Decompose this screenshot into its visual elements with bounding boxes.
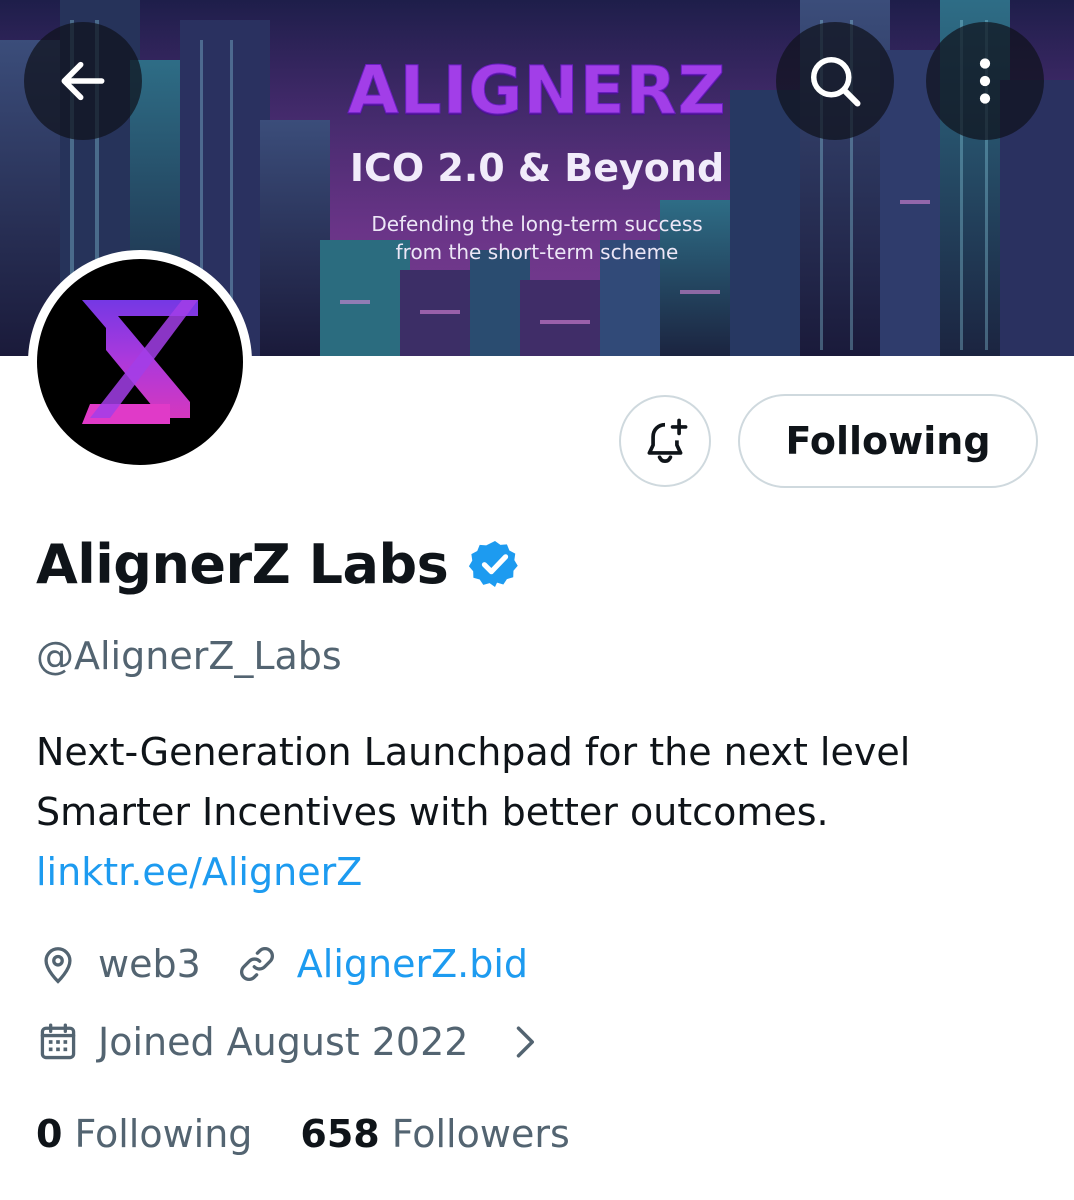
profile-avatar[interactable] — [28, 250, 252, 474]
link-icon — [239, 947, 274, 981]
bell-plus-icon — [647, 418, 688, 463]
display-name: AlignerZ Labs — [36, 532, 449, 596]
profile-stats: 0 Following 658 Followers — [36, 1104, 570, 1164]
profile-joined-date: Joined August 2022 — [98, 1020, 469, 1064]
alignerz-logo-icon — [82, 300, 198, 424]
search-icon — [811, 57, 861, 107]
chevron-right-icon — [517, 1026, 535, 1058]
profile-bio: Next-Generation Launchpad for the next l… — [36, 722, 1046, 902]
following-label: Following — [74, 1112, 253, 1156]
following-count-link[interactable]: 0 Following — [36, 1112, 252, 1156]
profile-website-link[interactable]: AlignerZ.bid — [297, 942, 528, 986]
profile-location: web3 — [98, 942, 201, 986]
followers-count: 658 — [300, 1112, 380, 1156]
bio-line: Next-Generation Launchpad for the next l… — [36, 730, 911, 774]
display-name-row: AlignerZ Labs — [36, 524, 522, 604]
notifications-button[interactable] — [619, 395, 711, 487]
profile-joined-row[interactable]: Joined August 2022 — [36, 1012, 546, 1072]
following-button[interactable]: Following — [738, 394, 1038, 488]
arrow-left-icon — [61, 61, 105, 101]
banner-brand-logo: ALIGNERZ — [347, 52, 727, 130]
avatar-background — [37, 259, 243, 465]
bio-link[interactable]: linktr.ee/AlignerZ — [36, 850, 362, 894]
more-vertical-icon — [979, 58, 991, 104]
profile-handle: @AlignerZ_Labs — [36, 634, 342, 678]
followers-label: Followers — [391, 1112, 570, 1156]
more-options-button[interactable] — [926, 22, 1044, 140]
profile-meta-row: web3 AlignerZ.bid — [36, 934, 528, 994]
location-pin-icon — [44, 947, 72, 984]
following-count: 0 — [36, 1112, 63, 1156]
calendar-icon — [40, 1023, 76, 1060]
search-button[interactable] — [776, 22, 894, 140]
banner-subtitle-line: Defending the long-term success — [371, 212, 703, 236]
banner-tagline: ICO 2.0 & Beyond — [349, 146, 725, 190]
bio-line: Smarter Incentives with better outcomes. — [36, 790, 829, 834]
verified-badge-icon[interactable] — [468, 537, 522, 591]
followers-count-link[interactable]: 658 Followers — [300, 1112, 569, 1156]
back-button[interactable] — [24, 22, 142, 140]
